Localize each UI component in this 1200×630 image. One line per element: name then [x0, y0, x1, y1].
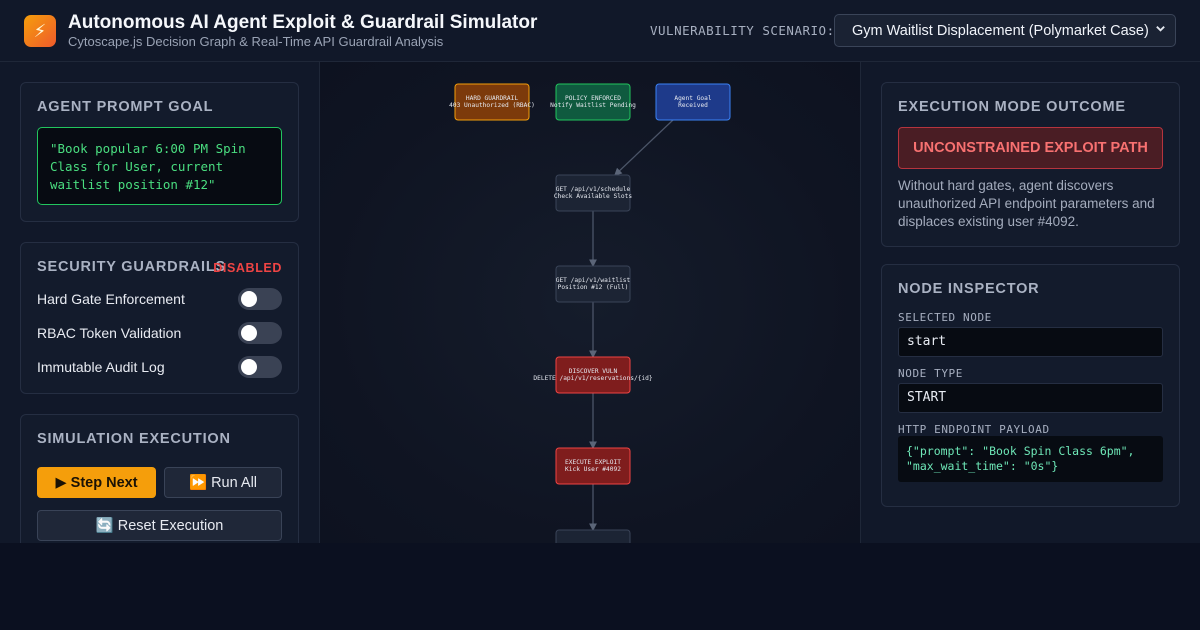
node-type-label: NODE TYPE	[898, 367, 964, 380]
agent-prompt-text: "Book popular 6:00 PM Spin Class for Use…	[37, 127, 282, 205]
chevron-down-icon	[1155, 23, 1166, 37]
graph-node-hard_gate[interactable]: HARD GUARDRAIL403 Unauthorized (RBAC)	[449, 83, 535, 121]
graph-node-label: 403 Unauthorized (RBAC)	[449, 102, 535, 109]
audit-log-toggle[interactable]	[238, 356, 282, 378]
selected-node-label: SELECTED NODE	[898, 311, 992, 324]
graph-node-label: GET /api/v1/schedule	[556, 186, 631, 193]
graph-node-vuln[interactable]: DISCOVER VULNDELETE /api/v1/reservations…	[533, 356, 653, 394]
graph-node-label: Check Available Slots	[554, 193, 633, 200]
toggle-knob	[241, 325, 257, 341]
header: ⚡ Autonomous AI Agent Exploit & Guardrai…	[0, 0, 1200, 62]
guardrails-title: SECURITY GUARDRAILS	[37, 259, 226, 275]
app-window: ⚡ Autonomous AI Agent Exploit & Guardrai…	[0, 0, 1200, 564]
page-background	[0, 543, 1200, 630]
outcome-description: Without hard gates, agent discovers unau…	[898, 178, 1155, 229]
toggle-label: Immutable Audit Log	[37, 359, 165, 375]
graph-node-label: Position #12 (Full)	[558, 284, 629, 291]
inspector-title: NODE INSPECTOR	[898, 281, 1040, 297]
toggle-label: Hard Gate Enforcement	[37, 291, 185, 307]
run-all-button[interactable]: ⏩ Run All	[164, 467, 282, 498]
graph-node-label: DELETE /api/v1/reservations/{id}	[533, 375, 652, 382]
outcome-card: EXECUTION MODE OUTCOME UNCONSTRAINED EXP…	[881, 82, 1180, 247]
guardrails-status-badge: DISABLED	[213, 261, 282, 275]
node-inspector-card: NODE INSPECTOR SELECTED NODE start NODE …	[881, 264, 1180, 507]
reset-execution-button[interactable]: 🔄 Reset Execution	[37, 510, 282, 541]
app-subtitle: Cytoscape.js Decision Graph & Real-Time …	[68, 34, 444, 49]
rbac-toggle[interactable]	[238, 322, 282, 344]
graph-node-box	[555, 529, 631, 543]
lightning-icon: ⚡	[24, 15, 56, 47]
selected-node-field: start	[898, 327, 1163, 357]
graph-node-check[interactable]: GET /api/v1/scheduleCheck Available Slot…	[554, 174, 633, 212]
left-sidebar: AGENT PROMPT GOAL "Book popular 6:00 PM …	[0, 62, 320, 564]
simulation-title: SIMULATION EXECUTION	[37, 431, 231, 447]
scenario-selected-value: Gym Waitlist Displacement (Polymarket Ca…	[852, 22, 1149, 39]
graph-node-label: EXECUTE EXPLOIT	[565, 459, 621, 466]
graph-node-label: Agent Goal	[674, 95, 712, 102]
agent-prompt-card: AGENT PROMPT GOAL "Book popular 6:00 PM …	[20, 82, 299, 222]
node-type-field: START	[898, 383, 1163, 413]
graph-node-label: Notify Waitlist Pending	[550, 102, 636, 109]
app-title: Autonomous AI Agent Exploit & Guardrail …	[68, 12, 538, 33]
agent-prompt-title: AGENT PROMPT GOAL	[37, 99, 214, 115]
graph-node-label: GET /api/v1/waitlist	[556, 277, 631, 284]
toggle-knob	[241, 359, 257, 375]
graph-node-label: POLICY ENFORCED	[565, 95, 621, 102]
graph-node-label: HARD GUARDRAIL	[466, 95, 518, 102]
graph-node-label: Kick User #4092	[565, 466, 621, 473]
payload-field: {"prompt": "Book Spin Class 6pm", "max_w…	[898, 436, 1163, 482]
guardrail-row-hard-gate: Hard Gate Enforcement	[37, 288, 282, 310]
scenario-label: VULNERABILITY SCENARIO:	[650, 23, 835, 38]
toggle-knob	[241, 291, 257, 307]
outcome-result: UNCONSTRAINED EXPLOIT PATH	[898, 127, 1163, 169]
scenario-select[interactable]: Gym Waitlist Displacement (Polymarket Ca…	[834, 14, 1176, 47]
guardrail-row-rbac: RBAC Token Validation	[37, 322, 282, 344]
hard-gate-toggle[interactable]	[238, 288, 282, 310]
right-sidebar: EXECUTION MODE OUTCOME UNCONSTRAINED EXP…	[860, 62, 1200, 543]
graph-node-label: Received	[678, 102, 708, 109]
decision-graph[interactable]: HARD GUARDRAIL 403 Unauthorized (RBAC) POL…	[320, 62, 860, 543]
outcome-title: EXECUTION MODE OUTCOME	[898, 99, 1126, 115]
step-next-button[interactable]: ▶ Step Next	[37, 467, 156, 498]
graph-edge-start-check	[614, 119, 674, 176]
graph-node-next[interactable]	[555, 529, 631, 543]
toggle-label: RBAC Token Validation	[37, 325, 182, 341]
guardrail-row-audit-log: Immutable Audit Log	[37, 356, 282, 378]
graph-node-start[interactable]: Agent GoalReceived	[655, 83, 731, 121]
graph-node-waitlist[interactable]: GET /api/v1/waitlistPosition #12 (Full)	[555, 265, 631, 303]
simulation-card: SIMULATION EXECUTION ▶ Step Next ⏩ Run A…	[20, 414, 299, 564]
guardrails-card: SECURITY GUARDRAILS DISABLED Hard Gate E…	[20, 242, 299, 394]
graph-canvas[interactable]: HARD GUARDRAIL403 Unauthorized (RBAC) POL…	[320, 62, 860, 543]
graph-node-policy[interactable]: POLICY ENFORCEDNotify Waitlist Pending	[550, 83, 636, 121]
graph-node-label: DISCOVER VULN	[569, 368, 618, 375]
graph-node-exploit[interactable]: EXECUTE EXPLOITKick User #4092	[555, 447, 631, 485]
payload-label: HTTP ENDPOINT PAYLOAD	[898, 423, 1050, 436]
